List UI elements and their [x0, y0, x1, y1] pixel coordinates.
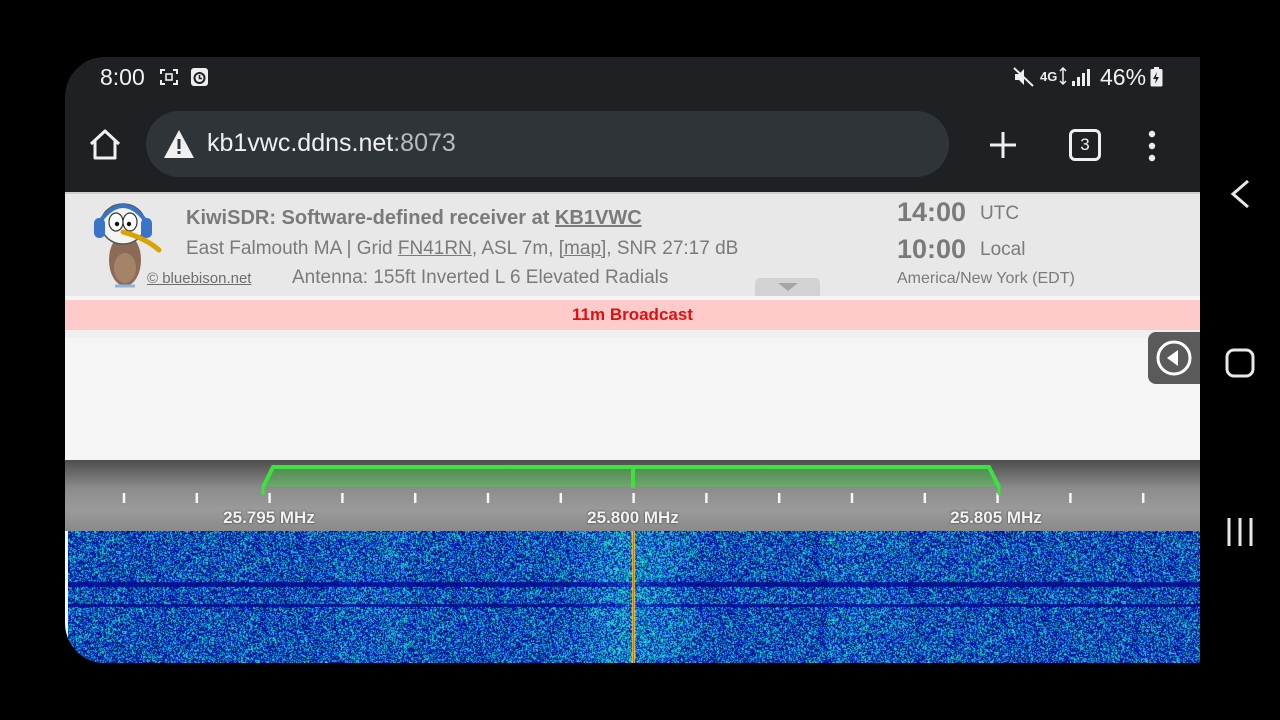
- recents-icon[interactable]: [1224, 515, 1256, 549]
- frequency-scale[interactable]: 25.795 MHz 25.800 MHz 25.805 MHz: [65, 460, 1200, 531]
- grid-link[interactable]: FN41RN: [398, 238, 472, 259]
- freq-label-left: 25.795 MHz: [223, 508, 315, 527]
- home-button[interactable]: [87, 127, 123, 163]
- status-bar: 8:00 4G 46%: [65, 57, 1200, 97]
- warning-icon[interactable]: [163, 129, 195, 159]
- screenshot-icon: [160, 69, 178, 85]
- home-nav-icon[interactable]: [1224, 347, 1256, 379]
- local-time: 10:00: [897, 234, 967, 264]
- status-time: 8:00: [100, 64, 145, 90]
- band-bar[interactable]: 11m Broadcast: [65, 300, 1200, 330]
- utc-label: UTC: [980, 203, 1020, 224]
- signal-icon: [1072, 69, 1090, 86]
- timezone-text: America/New York (EDT): [897, 270, 1075, 287]
- web-content: © bluebison.net KiwiSDR: Software-define…: [65, 192, 1200, 663]
- antenna-text: Antenna: 155ft Inverted L 6 Elevated Rad…: [292, 267, 669, 288]
- snr-text: , SNR 27:17 dB: [606, 238, 739, 259]
- url-host: kb1vwc.ddns.net: [207, 129, 394, 157]
- address-bar[interactable]: kb1vwc.ddns.net:8073: [146, 111, 949, 177]
- receiver-location: East Falmouth MA | Grid FN41RN, ASL 7m, …: [186, 238, 738, 260]
- utc-time: 14:00: [897, 197, 967, 227]
- tab-switcher-button[interactable]: 3: [1069, 129, 1101, 161]
- freq-label-right: 25.805 MHz: [950, 508, 1042, 527]
- network-5g-icon: 4G: [1040, 67, 1067, 86]
- more-menu-button[interactable]: [1141, 129, 1163, 163]
- freq-label-center: 25.800 MHz: [587, 508, 679, 527]
- url-port: :8073: [393, 129, 456, 157]
- receiver-title-text: KiwiSDR: Software-defined receiver at: [186, 207, 555, 229]
- battery-charging-icon: [1150, 67, 1163, 87]
- back-icon[interactable]: [1228, 178, 1252, 210]
- panel-toggle-button[interactable]: [1148, 332, 1200, 384]
- new-tab-button[interactable]: [988, 130, 1018, 160]
- asl-text: , ASL 7m,: [471, 238, 559, 259]
- waterfall-display[interactable]: [68, 531, 1200, 663]
- screen: 8:00 4G 46% kb1vwc.ddns.net:8073 3 © blu…: [0, 0, 1280, 720]
- local-label: Local: [980, 239, 1026, 260]
- expand-header-button[interactable]: [755, 278, 820, 296]
- alarm-icon: [191, 68, 208, 86]
- battery-percent: 46%: [1100, 64, 1147, 90]
- location-text: East Falmouth MA | Grid: [186, 238, 398, 259]
- map-link[interactable]: [map]: [559, 238, 607, 259]
- receiver-title: KiwiSDR: Software-defined receiver at KB…: [186, 207, 642, 230]
- browser-toolbar: kb1vwc.ddns.net:8073 3: [65, 97, 1200, 192]
- phone-screen: 8:00 4G 46% kb1vwc.ddns.net:8073 3 © blu…: [65, 57, 1200, 663]
- svg-text:4G: 4G: [1040, 69, 1057, 84]
- receiver-header: © bluebison.net KiwiSDR: Software-define…: [65, 192, 1200, 296]
- mute-icon: [1013, 67, 1034, 87]
- callsign-link[interactable]: KB1VWC: [555, 207, 642, 229]
- play-left-icon: [1156, 340, 1192, 376]
- url-text: kb1vwc.ddns.net:8073: [207, 129, 456, 158]
- band-divider: [65, 330, 1200, 338]
- chevron-down-icon: [778, 283, 798, 291]
- band-label: 11m Broadcast: [572, 305, 693, 324]
- logo-credit-link[interactable]: © bluebison.net: [147, 270, 251, 287]
